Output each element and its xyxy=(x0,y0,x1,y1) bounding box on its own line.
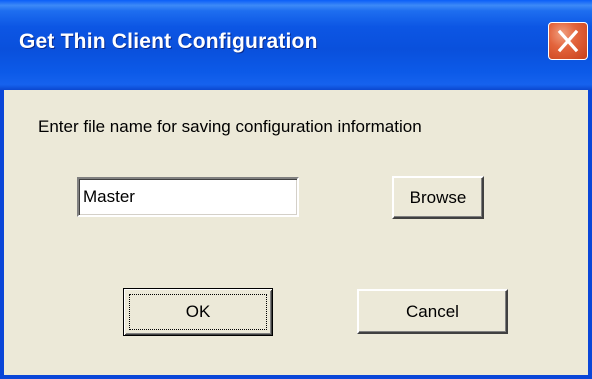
close-icon xyxy=(557,29,579,53)
focus-rect xyxy=(129,294,267,330)
prompt-label: Enter file name for saving configuration… xyxy=(38,117,422,136)
window-title: Get Thin Client Configuration xyxy=(19,30,318,53)
cancel-button[interactable]: Cancel xyxy=(357,289,508,334)
dialog-window: Get Thin Client Configuration Enter file… xyxy=(0,0,592,379)
title-bar[interactable]: Get Thin Client Configuration xyxy=(0,0,592,90)
browse-button[interactable]: Browse xyxy=(392,176,484,219)
ok-button[interactable]: OK xyxy=(123,288,273,336)
dialog-body: Enter file name for saving configuration… xyxy=(4,90,588,375)
file-name-input[interactable] xyxy=(77,177,299,217)
close-button[interactable] xyxy=(548,22,588,60)
